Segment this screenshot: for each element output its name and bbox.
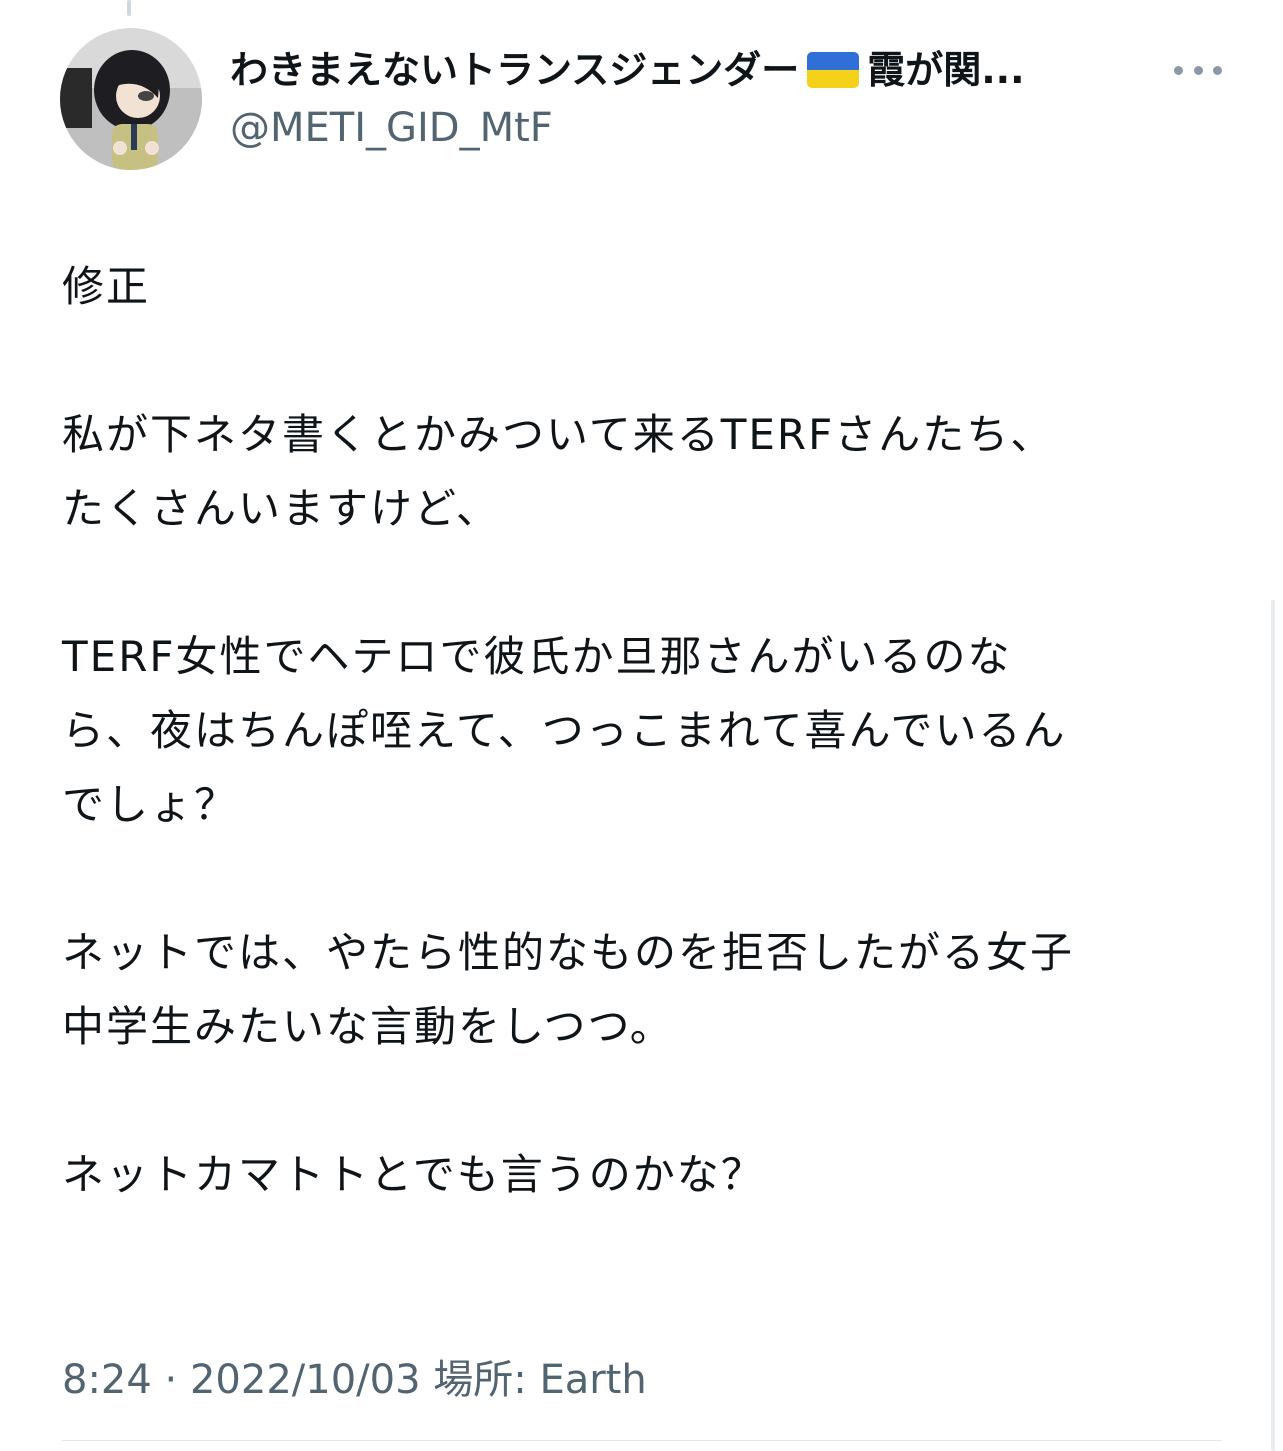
tweet-line: たくさんいますけど、 <box>62 484 500 533</box>
author-names: わきまえないトランスジェンダー 霞が関... @METI_GID_MtF <box>230 44 1160 154</box>
tweet-line: ら、夜はちんぽ咥えて、つっこまれて喜んでいるん <box>62 706 1067 755</box>
ukraine-flag-icon <box>807 52 860 88</box>
tweet-line: 私が下ネタ書くとかみついて来るTERFさんたち、 <box>62 410 1055 459</box>
figurine-avatar-image <box>60 28 202 170</box>
scrollbar[interactable] <box>1271 600 1275 1451</box>
tweet-text: 修正 私が下ネタ書くとかみついて来るTERFさんたち、 たくさんいますけど、 T… <box>62 250 1232 1212</box>
meta-separator: · <box>164 1357 178 1403</box>
divider <box>62 1440 1222 1441</box>
tweet-line: ネットでは、やたら性的なものを拒否したがる女子 <box>62 928 1075 977</box>
location-value[interactable]: Earth <box>539 1357 646 1403</box>
tweet-line: TERF女性でヘテロで彼氏か旦那さんがいるのな <box>62 632 1012 681</box>
tweet-meta: 8:24 · 2022/10/03 場所: Earth <box>62 1350 647 1410</box>
tweet-line: ネットカマトトとでも言うのかな？ <box>62 1150 765 1199</box>
tweet-line: 中学生みたいな言動をしつつ。 <box>62 1002 674 1051</box>
tweet-line: 修正 <box>62 262 151 311</box>
tweet-date[interactable]: 2022/10/03 <box>190 1357 421 1403</box>
tweet-time[interactable]: 8:24 <box>62 1357 152 1403</box>
avatar[interactable] <box>60 28 202 170</box>
thread-connector-line <box>127 0 131 16</box>
username-handle[interactable]: @METI_GID_MtF <box>230 102 1160 154</box>
location-label: 場所: <box>433 1357 527 1403</box>
display-name-text: わきまえないトランスジェンダー <box>230 48 800 92</box>
tweet-line: でしょ？ <box>62 780 239 829</box>
display-name[interactable]: わきまえないトランスジェンダー 霞が関... <box>230 44 1160 96</box>
display-name-suffix: 霞が関... <box>867 48 1025 92</box>
more-dots-icon[interactable] <box>1172 52 1224 88</box>
